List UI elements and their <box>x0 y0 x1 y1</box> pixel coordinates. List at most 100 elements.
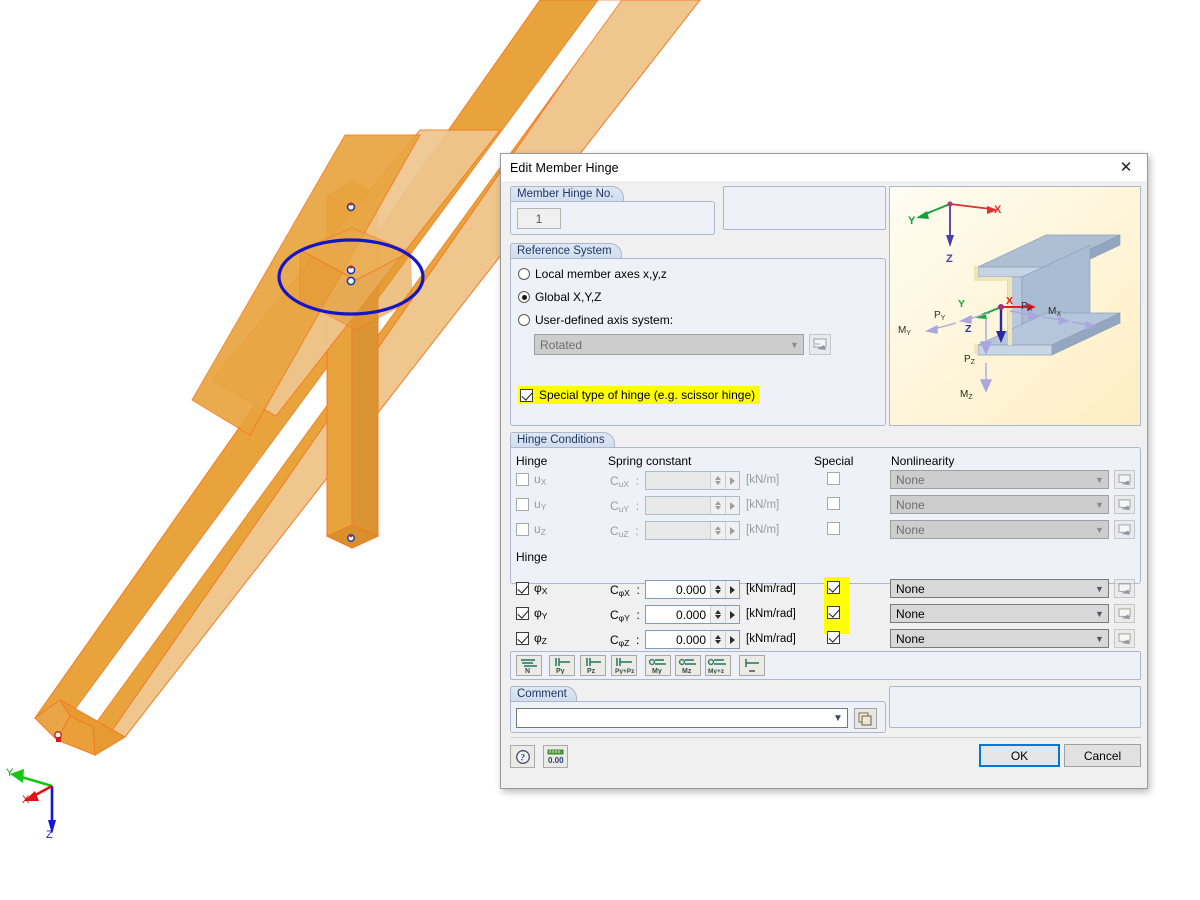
cuz-spring-input[interactable] <box>645 521 740 540</box>
uz-nonlinearity-edit-button[interactable] <box>1114 520 1135 539</box>
preset-py-button[interactable]: Py <box>549 655 575 676</box>
phix-nonlinearity-select[interactable]: None ▼ <box>890 579 1109 598</box>
uz-nonlinearity-value: None <box>896 522 925 537</box>
preset-n-button[interactable]: N <box>516 655 542 676</box>
uy-special-checkbox-wrap[interactable] <box>827 497 840 510</box>
radio-global-axes[interactable]: Global X,Y,Z <box>518 290 601 304</box>
special-type-of-hinge-row[interactable]: Special type of hinge (e.g. scissor hing… <box>518 386 761 404</box>
cphiz-more-icon[interactable] <box>725 631 739 648</box>
ux-nonlinearity-edit-button[interactable] <box>1114 470 1135 489</box>
cphiz-spring-input[interactable]: 0.000 <box>645 630 740 649</box>
phiz-nonlinearity-edit-button[interactable] <box>1114 629 1135 648</box>
phiy-nonlinearity-edit-button[interactable] <box>1114 604 1135 623</box>
uy-nonlinearity-edit-button[interactable] <box>1114 495 1135 514</box>
svg-text:My+z: My+z <box>708 668 725 674</box>
phiy-nonlinearity-select[interactable]: None ▼ <box>890 604 1109 623</box>
special-type-of-hinge-checkbox[interactable] <box>520 388 533 402</box>
cuz-more-icon[interactable] <box>725 522 739 539</box>
row-phiz-checkbox[interactable]: φZ <box>516 631 547 646</box>
preset-py-pz-button[interactable]: Py+Pz <box>611 655 637 676</box>
cuy-more-icon[interactable] <box>725 497 739 514</box>
preset-none-button[interactable] <box>739 655 765 676</box>
hinge-no-value[interactable]: 1 <box>517 208 561 229</box>
chevron-down-icon: ▼ <box>1095 633 1104 644</box>
svg-text:Z: Z <box>965 323 972 335</box>
radio-user-defined-axes[interactable]: User-defined axis system: <box>518 313 673 327</box>
preset-my-button[interactable]: My <box>645 655 671 676</box>
ux-checkbox[interactable] <box>516 472 529 486</box>
uy-nonlinearity-value: None <box>896 497 925 512</box>
svg-text:Pz: Pz <box>587 668 596 674</box>
cphix-spinner[interactable] <box>710 581 725 598</box>
row-uy-checkbox[interactable]: uY <box>516 497 546 512</box>
svg-text:X: X <box>1006 295 1013 307</box>
uy-checkbox[interactable] <box>516 497 529 511</box>
phix-special-checkbox-wrap[interactable] <box>827 581 840 594</box>
ok-button[interactable]: OK <box>979 744 1060 767</box>
uy-special-checkbox[interactable] <box>827 497 840 510</box>
phiz-nonlinearity-select[interactable]: None ▼ <box>890 629 1109 648</box>
phiz-checkbox[interactable] <box>516 631 529 645</box>
axis-system-select[interactable]: Rotated ▼ <box>534 334 804 355</box>
cphix-spring-input[interactable]: 0.000 <box>645 580 740 599</box>
radio-local-member-axes[interactable]: Local member axes x,y,z <box>518 267 667 281</box>
phix-special-checkbox[interactable] <box>827 581 840 594</box>
hinge-pz-icon: Pz <box>586 658 601 674</box>
phix-checkbox[interactable] <box>516 581 529 595</box>
chevron-down-icon[interactable]: ▼ <box>829 713 847 724</box>
close-icon[interactable]: ✕ <box>1105 154 1147 180</box>
cux-spring-input[interactable] <box>645 471 740 490</box>
cuy-spring-input[interactable] <box>645 496 740 515</box>
cphix-unit: [kNm/rad] <box>746 583 796 595</box>
cancel-button[interactable]: Cancel <box>1064 744 1141 767</box>
edit-member-hinge-dialog[interactable]: Edit Member Hinge ✕ Member Hinge No. 1 R… <box>500 153 1148 789</box>
uy-nonlinearity-select[interactable]: None ▼ <box>890 495 1109 514</box>
dialog-titlebar[interactable]: Edit Member Hinge ✕ <box>501 154 1147 182</box>
preset-mz-button[interactable]: Mz <box>675 655 701 676</box>
axis-system-pick-button[interactable] <box>809 334 831 355</box>
preset-my-mz-button[interactable]: My+z <box>705 655 731 676</box>
cphiy-spring-input[interactable]: 0.000 <box>645 605 740 624</box>
hinge-no-side-panel <box>723 186 886 230</box>
uz-checkbox[interactable] <box>516 522 529 536</box>
comment-library-button[interactable] <box>854 708 877 729</box>
radio-global-indicator[interactable] <box>518 291 530 303</box>
cuz-spinner[interactable] <box>710 522 725 539</box>
phiz-special-checkbox-wrap[interactable] <box>827 631 840 644</box>
svg-text:0.00: 0.00 <box>548 756 564 765</box>
row-phix-checkbox[interactable]: φX <box>516 581 547 596</box>
comment-input[interactable]: ▼ <box>516 708 848 728</box>
ux-nonlinearity-select[interactable]: None ▼ <box>890 470 1109 489</box>
help-button[interactable]: ? <box>510 745 535 768</box>
ux-special-checkbox[interactable] <box>827 472 840 485</box>
cux-more-icon[interactable] <box>725 472 739 489</box>
cux-spinner[interactable] <box>710 472 725 489</box>
cux-label: CuX : <box>610 474 640 489</box>
uz-special-checkbox-wrap[interactable] <box>827 522 840 535</box>
uz-special-checkbox[interactable] <box>827 522 840 535</box>
cphiy-more-icon[interactable] <box>725 606 739 623</box>
radio-local-indicator[interactable] <box>518 268 530 280</box>
ux-nonlinearity-value: None <box>896 472 925 487</box>
phix-nonlinearity-edit-button[interactable] <box>1114 579 1135 598</box>
radio-user-defined-indicator[interactable] <box>518 314 530 326</box>
cuy-spinner[interactable] <box>710 497 725 514</box>
radio-global-label: Global X,Y,Z <box>535 290 602 304</box>
ux-special-checkbox-wrap[interactable] <box>827 472 840 485</box>
phiy-special-checkbox[interactable] <box>827 606 840 619</box>
cphiz-spinner[interactable] <box>710 631 725 648</box>
row-phiy-checkbox[interactable]: φY <box>516 606 547 621</box>
cphix-more-icon[interactable] <box>725 581 739 598</box>
hinge-my-mz-icon: My+z <box>707 658 726 674</box>
cphiy-value: 0.000 <box>675 607 706 622</box>
phiz-special-checkbox[interactable] <box>827 631 840 644</box>
row-ux-checkbox[interactable]: uX <box>516 472 546 487</box>
row-uz-checkbox[interactable]: uZ <box>516 522 546 537</box>
phiy-checkbox[interactable] <box>516 606 529 620</box>
cphiy-spinner[interactable] <box>710 606 725 623</box>
copy-icon <box>858 712 872 725</box>
uz-nonlinearity-select[interactable]: None ▼ <box>890 520 1109 539</box>
preset-pz-button[interactable]: Pz <box>580 655 606 676</box>
units-button[interactable]: 0.00 <box>543 745 568 768</box>
phiy-special-checkbox-wrap[interactable] <box>827 606 840 619</box>
